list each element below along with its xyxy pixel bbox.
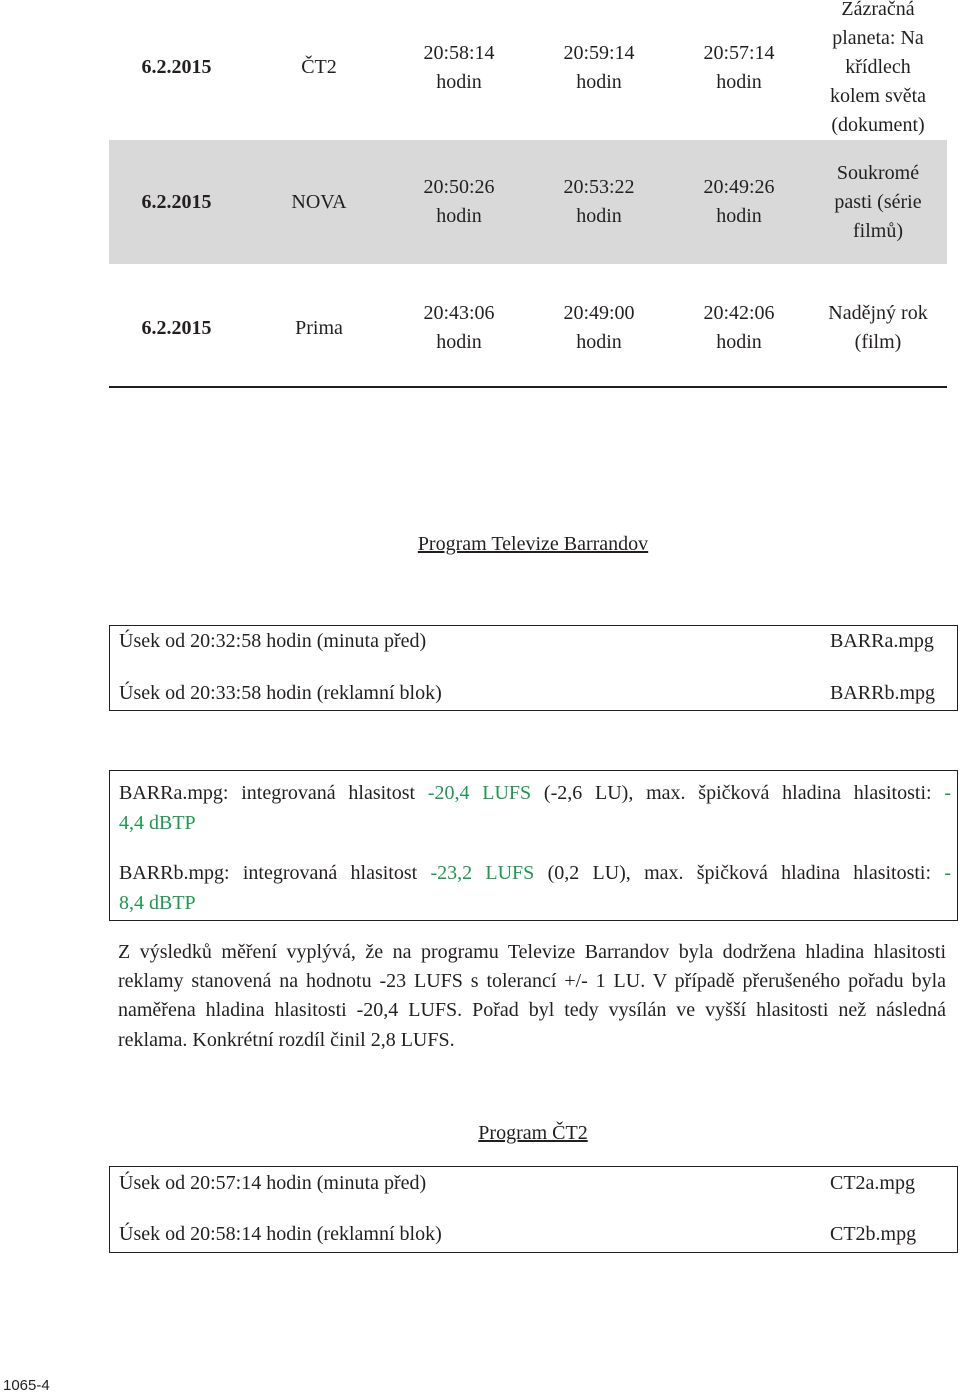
program-line: planeta: Na bbox=[832, 27, 924, 49]
segment-row: Úsek od 20:57:14 hodin (minuta před) CT2… bbox=[110, 1169, 957, 1198]
time-unit: hodin bbox=[576, 70, 622, 93]
conclusion-paragraph: Z výsledků měření vyplývá, že na program… bbox=[118, 941, 946, 1051]
segment-file: CT2a.mpg bbox=[830, 1172, 915, 1194]
lufs-value: -20,4 LUFS bbox=[427, 782, 532, 804]
segment-file: BARRb.mpg bbox=[830, 682, 936, 704]
time-value: 20:57:14 bbox=[703, 41, 775, 64]
end-time-cell: 20:53:22 hodin bbox=[529, 140, 669, 264]
table-row: 6.2.2015 NOVA 20:50:26 hodin 20:53:22 hodi… bbox=[109, 140, 947, 264]
program-line: (film) bbox=[854, 331, 902, 353]
section-heading: Program Televize Barrandov bbox=[417, 533, 649, 555]
channel-cell: ČT2 bbox=[301, 56, 337, 78]
date-cell: 6.2.2015 bbox=[141, 316, 212, 339]
program-line: (dokument) bbox=[831, 114, 925, 136]
program-line: Nadějný rok bbox=[828, 302, 928, 324]
ad-time-cell: 20:49:26 hodin bbox=[669, 140, 809, 264]
time-value: 20:50:26 bbox=[423, 176, 495, 198]
program-line: kolem světa bbox=[829, 85, 927, 107]
time-value: 20:53:22 bbox=[563, 176, 635, 198]
date-cell: 6.2.2015 bbox=[141, 190, 212, 213]
time-value: 20:59:14 bbox=[563, 41, 635, 64]
channel-cell: Prima bbox=[295, 316, 343, 339]
peak-sign: - bbox=[944, 862, 951, 884]
program-cell: Soukromé pasti (série filmů) bbox=[809, 140, 947, 264]
segment-label: Úsek od 20:57:14 hodin (minuta před) bbox=[119, 1172, 427, 1194]
table-row: 6.2.2015 Prima 20:43:06 hodin 20:49:00 hod… bbox=[109, 272, 947, 384]
time-value: 20:49:00 bbox=[563, 302, 635, 324]
time-unit: hodin bbox=[716, 205, 762, 227]
section-heading: Program ČT2 bbox=[478, 1122, 588, 1144]
time-unit: hodin bbox=[436, 205, 482, 227]
result-line: BARRb.mpg: integrovaná hlasitost -23,2 L… bbox=[119, 858, 951, 888]
results-box: BARRa.mpg: integrovaná hlasitost -20,4 L… bbox=[109, 770, 958, 921]
segment-label: Úsek od 20:32:58 hodin (minuta před) bbox=[119, 630, 427, 652]
start-time-cell: 20:50:26 hodin bbox=[389, 140, 529, 264]
segments-box: Úsek od 20:57:14 hodin (minuta před) CT2… bbox=[109, 1166, 958, 1253]
time-value: 20:49:26 bbox=[703, 176, 775, 198]
segment-file: CT2b.mpg bbox=[830, 1223, 917, 1245]
peak-value: 8,4 dBTP bbox=[119, 892, 196, 914]
segment-row: Úsek od 20:32:58 hodin (minuta před) BAR… bbox=[110, 627, 957, 656]
time-unit: hodin bbox=[576, 331, 622, 353]
program-line: Soukromé bbox=[836, 161, 920, 184]
ad-time-cell: 20:42:06 hodin bbox=[669, 272, 809, 384]
peak-value: 4,4 dBTP bbox=[119, 812, 196, 834]
program-line: Zázračná bbox=[841, 0, 915, 20]
table-bottom-border bbox=[109, 386, 947, 388]
result-paragraph: BARRb.mpg: integrovaná hlasitost -23,2 L… bbox=[119, 858, 951, 918]
program-cell: Nadějný rok (film) bbox=[809, 272, 947, 384]
result-line: BARRa.mpg: integrovaná hlasitost -20,4 L… bbox=[119, 778, 951, 808]
result-paragraph: BARRa.mpg: integrovaná hlasitost -20,4 L… bbox=[119, 778, 951, 838]
program-line: křídlech bbox=[845, 56, 911, 78]
time-unit: hodin bbox=[576, 205, 622, 227]
time-unit: hodin bbox=[716, 70, 762, 93]
segment-label: Úsek od 20:33:58 hodin (reklamní blok) bbox=[119, 682, 442, 704]
table-row: 6.2.2015 ČT2 20:58:14 hodin 20:59:14 hodin… bbox=[109, 0, 947, 136]
time-value: 20:42:06 bbox=[703, 302, 775, 324]
time-unit: hodin bbox=[436, 70, 482, 93]
lufs-value: -23,2 LUFS bbox=[430, 862, 535, 884]
segment-row: Úsek od 20:58:14 hodin (reklamní blok) C… bbox=[110, 1220, 957, 1249]
program-line: pasti (série bbox=[834, 190, 922, 213]
ad-time-cell: 20:57:14 hodin bbox=[669, 0, 809, 135]
result-text: BARRa.mpg: integrovaná hlasitost bbox=[119, 782, 428, 804]
segment-file: BARRa.mpg bbox=[830, 630, 934, 652]
time-unit: hodin bbox=[716, 331, 762, 353]
date-cell: 6.2.2015 bbox=[141, 56, 212, 78]
result-text: (0,2 LU), max. špičková hladina hlasitos… bbox=[534, 862, 945, 884]
segment-label: Úsek od 20:58:14 hodin (reklamní blok) bbox=[119, 1223, 442, 1245]
start-time-cell: 20:58:14 hodin bbox=[389, 0, 529, 135]
time-value: 20:58:14 bbox=[423, 41, 495, 64]
program-cell: Zázračná planeta: Na křídlech kolem svět… bbox=[809, 0, 947, 136]
time-unit: hodin bbox=[436, 331, 482, 353]
segment-row: Úsek od 20:33:58 hodin (reklamní blok) B… bbox=[110, 679, 957, 708]
result-text: BARRb.mpg: integrovaná hlasitost bbox=[119, 862, 431, 884]
peak-sign: - bbox=[944, 782, 952, 804]
page-number: 1065-4 bbox=[3, 1377, 50, 1394]
program-line: filmů) bbox=[853, 219, 903, 242]
end-time-cell: 20:49:00 hodin bbox=[529, 272, 669, 384]
result-text: (-2,6 LU), max. špičková hladina hlasito… bbox=[531, 782, 945, 804]
start-time-cell: 20:43:06 hodin bbox=[389, 272, 529, 384]
time-value: 20:43:06 bbox=[423, 302, 495, 324]
channel-cell: NOVA bbox=[291, 190, 347, 213]
segments-box: Úsek od 20:32:58 hodin (minuta před) BAR… bbox=[109, 625, 958, 711]
end-time-cell: 20:59:14 hodin bbox=[529, 0, 669, 135]
